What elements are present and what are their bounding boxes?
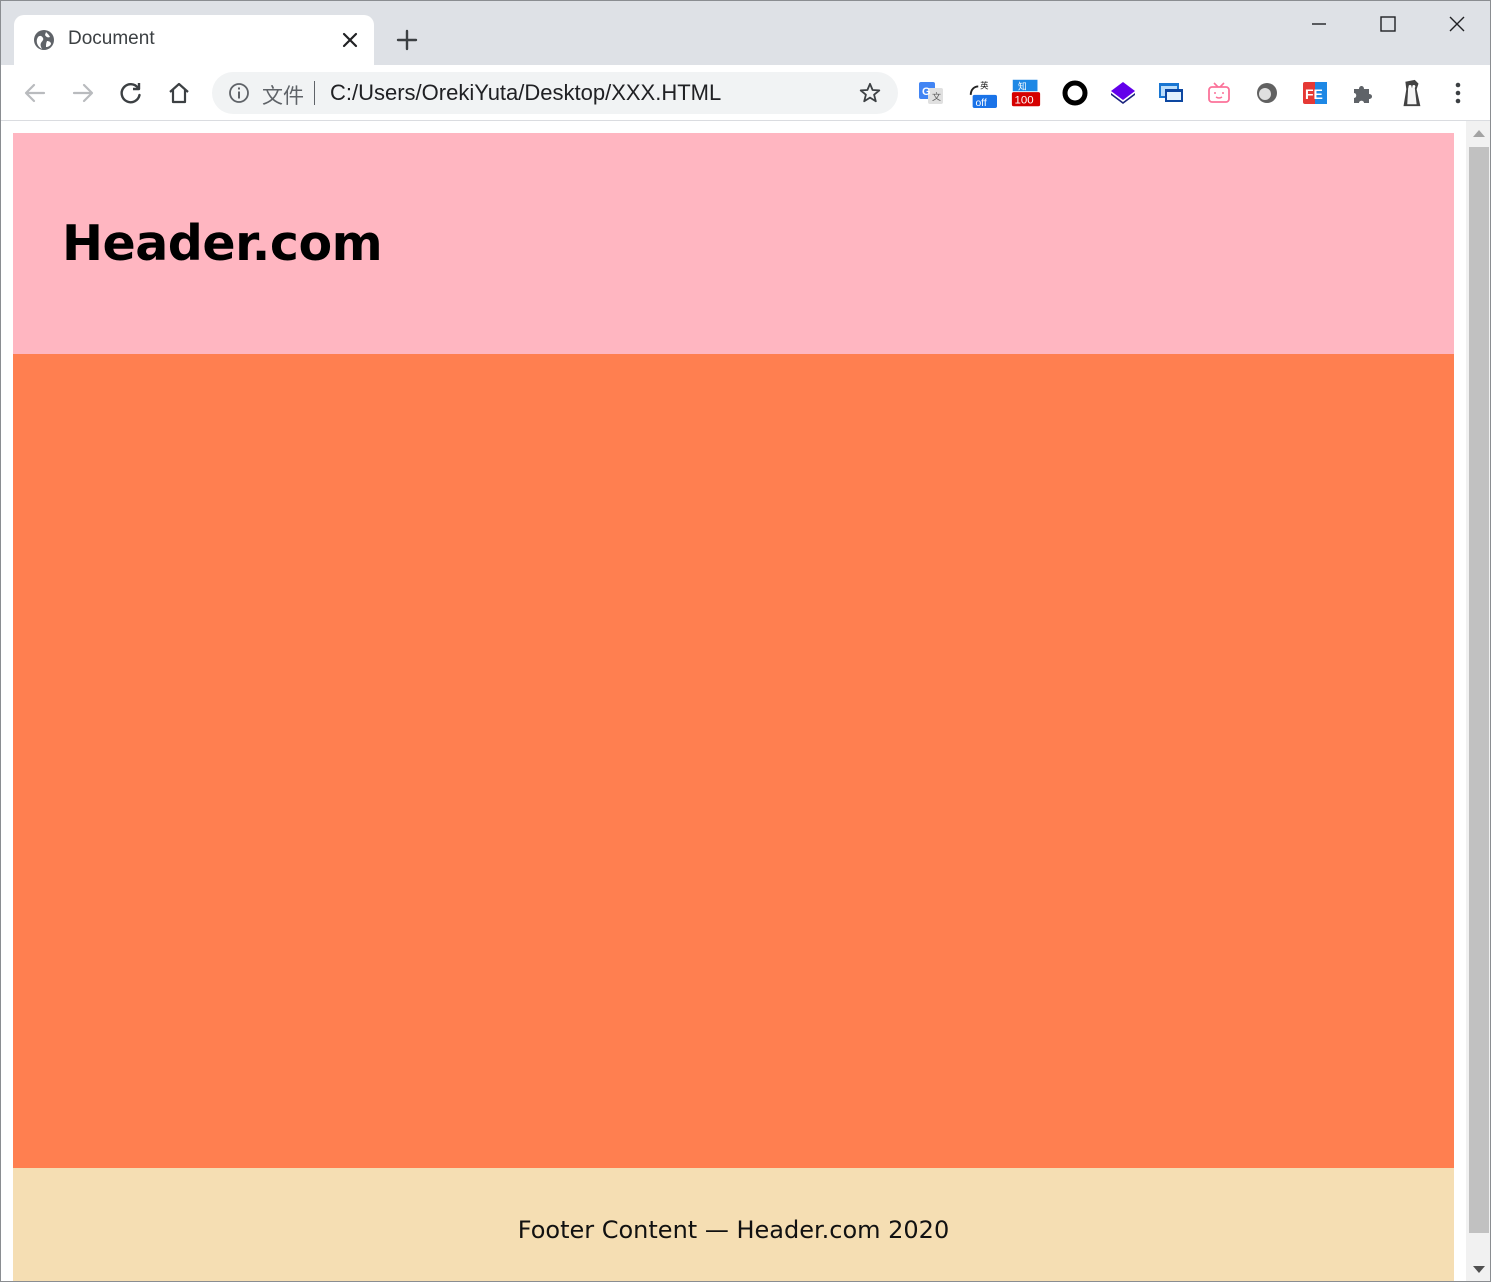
new-tab-button[interactable] (395, 28, 419, 52)
info-icon[interactable] (228, 82, 250, 104)
svg-text:G: G (922, 86, 931, 98)
page-title: Header.com (62, 215, 383, 272)
url-text[interactable]: C:/Users/OrekiYuta/Desktop/XXX.HTML (330, 80, 721, 106)
google-translate-icon[interactable]: G 文 (916, 78, 946, 108)
browser-toolbar: 文件 C:/Users/OrekiYuta/Desktop/XXX.HTML G… (1, 65, 1490, 121)
fe-label: FE (1305, 86, 1323, 102)
scroll-up-arrow[interactable] (1473, 130, 1485, 137)
maximize-button[interactable] (1375, 11, 1401, 37)
svg-text:文: 文 (932, 91, 941, 102)
score-100-icon[interactable]: 知 100 (1011, 78, 1041, 108)
browser-window: Document 文件 C:/Users/OrekiYuta/Desktop/X… (0, 0, 1491, 1282)
minimize-button[interactable] (1306, 11, 1332, 37)
off-badge: off (975, 98, 986, 109)
page-header: Header.com (13, 133, 1454, 354)
address-bar[interactable]: 文件 C:/Users/OrekiYuta/Desktop/XXX.HTML (212, 72, 898, 114)
stack-icon[interactable] (1108, 78, 1138, 108)
page-footer: Footer Content — Header.com 2020 (13, 1168, 1454, 1281)
back-button[interactable] (21, 79, 49, 107)
circle-gray-icon[interactable] (1252, 78, 1282, 108)
star-icon[interactable] (858, 81, 882, 105)
avatar[interactable] (1396, 78, 1426, 108)
vertical-scrollbar[interactable] (1466, 121, 1490, 1281)
home-button[interactable] (165, 79, 193, 107)
translate-off-icon[interactable]: 英 off (967, 78, 997, 109)
tab-strip: Document (1, 1, 1490, 65)
tab-document[interactable]: Document (14, 15, 374, 65)
scroll-thumb[interactable] (1469, 147, 1489, 1233)
tv-icon[interactable] (1204, 78, 1234, 108)
page-main-content (13, 354, 1454, 1168)
ring-icon[interactable] (1060, 78, 1090, 108)
footer-text: Footer Content — Header.com 2020 (517, 1216, 950, 1244)
close-icon[interactable] (340, 30, 360, 50)
globe-icon (34, 30, 54, 50)
reload-button[interactable] (117, 79, 145, 107)
close-window-button[interactable] (1444, 11, 1470, 37)
url-separator (314, 81, 315, 105)
svg-text:英: 英 (980, 80, 989, 90)
forward-button[interactable] (69, 79, 97, 107)
window-capture-icon[interactable] (1156, 78, 1186, 108)
fe-icon[interactable]: FE (1300, 78, 1330, 108)
puzzle-icon[interactable] (1348, 78, 1378, 108)
tab-title: Document (68, 28, 155, 49)
score-badge: 100 (1015, 95, 1034, 107)
page-viewport: Header.com Footer Content — Header.com 2… (1, 121, 1466, 1281)
scroll-down-arrow[interactable] (1473, 1266, 1485, 1273)
svg-text:知: 知 (1018, 80, 1027, 92)
url-scheme-label: 文件 (262, 85, 304, 108)
menu-icon[interactable] (1445, 79, 1471, 107)
